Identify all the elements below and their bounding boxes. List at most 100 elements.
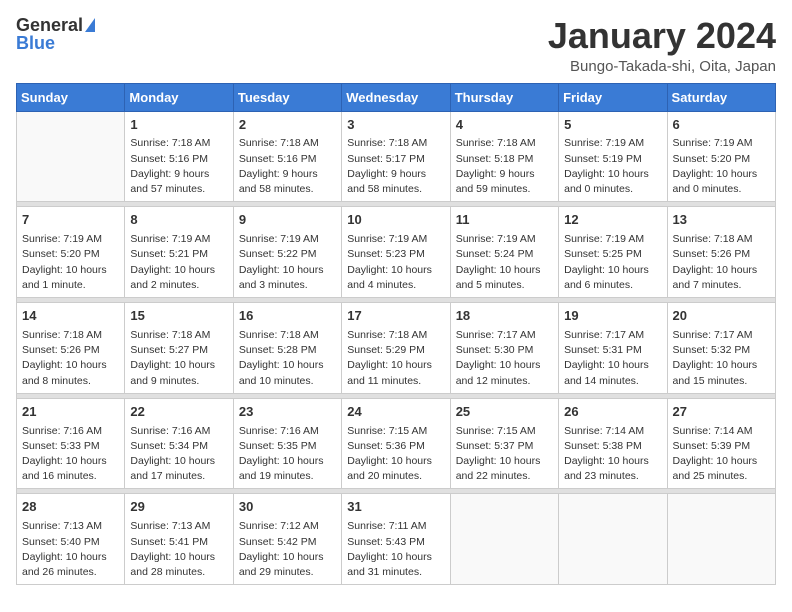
calendar-cell: 26 Sunrise: 7:14 AM Sunset: 5:38 PM Dayli… — [559, 398, 667, 489]
calendar-cell: 18 Sunrise: 7:17 AM Sunset: 5:30 PM Dayli… — [450, 303, 558, 394]
month-title: January 2024 — [548, 16, 776, 56]
day-number: 30 — [239, 498, 336, 517]
day-info: Sunrise: 7:16 AM Sunset: 5:34 PM Dayligh… — [130, 424, 227, 485]
logo-icon — [85, 18, 95, 32]
calendar-cell: 31 Sunrise: 7:11 AM Sunset: 5:43 PM Dayli… — [342, 494, 450, 585]
day-number: 13 — [673, 211, 770, 230]
calendar-cell — [667, 494, 775, 585]
calendar-cell: 23 Sunrise: 7:16 AM Sunset: 5:35 PM Dayli… — [233, 398, 341, 489]
day-info: Sunrise: 7:19 AM Sunset: 5:20 PM Dayligh… — [22, 232, 119, 293]
location-title: Bungo-Takada-shi, Oita, Japan — [548, 58, 776, 75]
calendar-cell — [450, 494, 558, 585]
day-info: Sunrise: 7:16 AM Sunset: 5:35 PM Dayligh… — [239, 424, 336, 485]
header-cell-saturday: Saturday — [667, 83, 775, 111]
calendar-cell: 5Sunrise: 7:19 AM Sunset: 5:19 PM Daylig… — [559, 111, 667, 202]
day-info: Sunrise: 7:17 AM Sunset: 5:31 PM Dayligh… — [564, 328, 661, 389]
calendar-cell — [17, 111, 125, 202]
calendar-cell: 1Sunrise: 7:18 AM Sunset: 5:16 PM Daylig… — [125, 111, 233, 202]
day-number: 12 — [564, 211, 661, 230]
header-cell-monday: Monday — [125, 83, 233, 111]
day-info: Sunrise: 7:12 AM Sunset: 5:42 PM Dayligh… — [239, 519, 336, 580]
logo-blue-text: Blue — [16, 34, 55, 52]
day-number: 4 — [456, 116, 553, 135]
day-info: Sunrise: 7:19 AM Sunset: 5:25 PM Dayligh… — [564, 232, 661, 293]
calendar-cell: 11Sunrise: 7:19 AM Sunset: 5:24 PM Dayli… — [450, 207, 558, 298]
day-number: 10 — [347, 211, 444, 230]
calendar-cell: 7 Sunrise: 7:19 AM Sunset: 5:20 PM Daylig… — [17, 207, 125, 298]
logo: General Blue — [16, 16, 95, 52]
day-number: 31 — [347, 498, 444, 517]
calendar-cell: 6Sunrise: 7:19 AM Sunset: 5:20 PM Daylig… — [667, 111, 775, 202]
day-info: Sunrise: 7:15 AM Sunset: 5:37 PM Dayligh… — [456, 424, 553, 485]
day-number: 15 — [130, 307, 227, 326]
calendar-header-row: SundayMondayTuesdayWednesdayThursdayFrid… — [17, 83, 776, 111]
calendar-cell: 10 Sunrise: 7:19 AM Sunset: 5:23 PM Dayli… — [342, 207, 450, 298]
calendar-cell: 30 Sunrise: 7:12 AM Sunset: 5:42 PM Dayli… — [233, 494, 341, 585]
day-info: Sunrise: 7:16 AM Sunset: 5:33 PM Dayligh… — [22, 424, 119, 485]
calendar-week-row: 21Sunrise: 7:16 AM Sunset: 5:33 PM Dayli… — [17, 398, 776, 489]
calendar-cell: 24 Sunrise: 7:15 AM Sunset: 5:36 PM Dayli… — [342, 398, 450, 489]
day-info: Sunrise: 7:19 AM Sunset: 5:19 PM Dayligh… — [564, 136, 661, 197]
title-area: January 2024 Bungo-Takada-shi, Oita, Jap… — [548, 16, 776, 75]
day-info: Sunrise: 7:17 AM Sunset: 5:32 PM Dayligh… — [673, 328, 770, 389]
logo-general-text: General — [16, 16, 83, 34]
day-number: 22 — [130, 403, 227, 422]
day-info: Sunrise: 7:19 AM Sunset: 5:21 PM Dayligh… — [130, 232, 227, 293]
calendar-cell: 8Sunrise: 7:19 AM Sunset: 5:21 PM Daylig… — [125, 207, 233, 298]
day-number: 19 — [564, 307, 661, 326]
day-info: Sunrise: 7:18 AM Sunset: 5:27 PM Dayligh… — [130, 328, 227, 389]
header-cell-wednesday: Wednesday — [342, 83, 450, 111]
day-number: 29 — [130, 498, 227, 517]
calendar-cell: 17 Sunrise: 7:18 AM Sunset: 5:29 PM Dayli… — [342, 303, 450, 394]
day-info: Sunrise: 7:17 AM Sunset: 5:30 PM Dayligh… — [456, 328, 553, 389]
day-number: 18 — [456, 307, 553, 326]
calendar-cell — [559, 494, 667, 585]
day-info: Sunrise: 7:18 AM Sunset: 5:26 PM Dayligh… — [22, 328, 119, 389]
day-number: 24 — [347, 403, 444, 422]
day-number: 20 — [673, 307, 770, 326]
calendar-cell: 13Sunrise: 7:18 AM Sunset: 5:26 PM Dayli… — [667, 207, 775, 298]
day-info: Sunrise: 7:18 AM Sunset: 5:16 PM Dayligh… — [239, 136, 336, 197]
calendar-cell: 9Sunrise: 7:19 AM Sunset: 5:22 PM Daylig… — [233, 207, 341, 298]
calendar-cell: 21Sunrise: 7:16 AM Sunset: 5:33 PM Dayli… — [17, 398, 125, 489]
header-cell-tuesday: Tuesday — [233, 83, 341, 111]
day-info: Sunrise: 7:15 AM Sunset: 5:36 PM Dayligh… — [347, 424, 444, 485]
calendar-cell: 15 Sunrise: 7:18 AM Sunset: 5:27 PM Dayli… — [125, 303, 233, 394]
calendar-cell: 3Sunrise: 7:18 AM Sunset: 5:17 PM Daylig… — [342, 111, 450, 202]
day-info: Sunrise: 7:18 AM Sunset: 5:28 PM Dayligh… — [239, 328, 336, 389]
day-number: 14 — [22, 307, 119, 326]
day-info: Sunrise: 7:19 AM Sunset: 5:20 PM Dayligh… — [673, 136, 770, 197]
day-info: Sunrise: 7:11 AM Sunset: 5:43 PM Dayligh… — [347, 519, 444, 580]
day-number: 25 — [456, 403, 553, 422]
day-number: 5 — [564, 116, 661, 135]
day-number: 23 — [239, 403, 336, 422]
day-info: Sunrise: 7:14 AM Sunset: 5:38 PM Dayligh… — [564, 424, 661, 485]
day-info: Sunrise: 7:19 AM Sunset: 5:23 PM Dayligh… — [347, 232, 444, 293]
header-cell-sunday: Sunday — [17, 83, 125, 111]
calendar-week-row: 1Sunrise: 7:18 AM Sunset: 5:16 PM Daylig… — [17, 111, 776, 202]
day-number: 27 — [673, 403, 770, 422]
calendar-week-row: 28 Sunrise: 7:13 AM Sunset: 5:40 PM Dayli… — [17, 494, 776, 585]
day-info: Sunrise: 7:13 AM Sunset: 5:41 PM Dayligh… — [130, 519, 227, 580]
day-info: Sunrise: 7:18 AM Sunset: 5:29 PM Dayligh… — [347, 328, 444, 389]
calendar-cell: 25 Sunrise: 7:15 AM Sunset: 5:37 PM Dayli… — [450, 398, 558, 489]
header-cell-thursday: Thursday — [450, 83, 558, 111]
day-number: 16 — [239, 307, 336, 326]
calendar-cell: 27Sunrise: 7:14 AM Sunset: 5:39 PM Dayli… — [667, 398, 775, 489]
day-info: Sunrise: 7:13 AM Sunset: 5:40 PM Dayligh… — [22, 519, 119, 580]
day-info: Sunrise: 7:19 AM Sunset: 5:24 PM Dayligh… — [456, 232, 553, 293]
day-number: 28 — [22, 498, 119, 517]
calendar-cell: 29 Sunrise: 7:13 AM Sunset: 5:41 PM Dayli… — [125, 494, 233, 585]
day-number: 17 — [347, 307, 444, 326]
day-number: 9 — [239, 211, 336, 230]
day-number: 3 — [347, 116, 444, 135]
header: General Blue January 2024 Bungo-Takada-s… — [16, 16, 776, 75]
day-number: 26 — [564, 403, 661, 422]
calendar-cell: 12 Sunrise: 7:19 AM Sunset: 5:25 PM Dayli… — [559, 207, 667, 298]
calendar-week-row: 7 Sunrise: 7:19 AM Sunset: 5:20 PM Daylig… — [17, 207, 776, 298]
day-number: 7 — [22, 211, 119, 230]
day-number: 2 — [239, 116, 336, 135]
calendar-cell: 20 Sunrise: 7:17 AM Sunset: 5:32 PM Dayli… — [667, 303, 775, 394]
day-info: Sunrise: 7:18 AM Sunset: 5:18 PM Dayligh… — [456, 136, 553, 197]
calendar-table: SundayMondayTuesdayWednesdayThursdayFrid… — [16, 83, 776, 586]
